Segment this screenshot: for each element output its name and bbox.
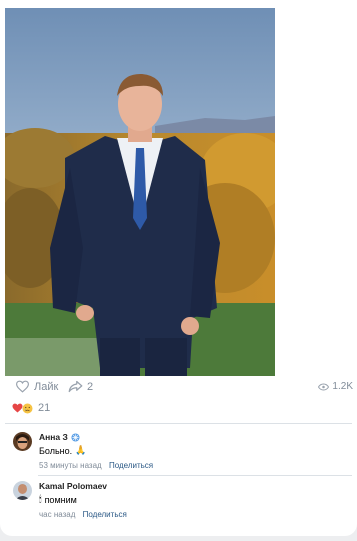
- like-label: Лайк: [34, 380, 59, 393]
- comment-share-link[interactable]: Поделиться: [83, 510, 127, 519]
- post-photo[interactable]: [5, 8, 275, 376]
- comments-divider: [5, 423, 352, 424]
- comment-text: Больно.: [39, 445, 73, 456]
- comment-text-row: Больно. 🙏: [39, 445, 339, 456]
- comment-author-row: Анна З: [39, 432, 339, 442]
- user-avatar-image: [13, 432, 32, 451]
- comment-text-row: 🕯 помним: [39, 494, 339, 505]
- heart-outline-icon: [15, 380, 30, 393]
- share-arrow-icon: [68, 380, 83, 393]
- comment-share-link[interactable]: Поделиться: [109, 461, 153, 470]
- comment-time[interactable]: 53 минуты назад: [39, 461, 102, 470]
- avatar[interactable]: [13, 481, 32, 500]
- comment-author-row: Kamal Polomaev: [39, 481, 339, 491]
- comment-body: Анна З Больно. 🙏 53 минуты назад Поделит…: [39, 432, 339, 470]
- views-counter: 1.2K: [318, 381, 353, 392]
- share-button[interactable]: 2: [68, 380, 93, 393]
- comment-meta: 53 минуты назад Поделиться: [39, 461, 339, 470]
- comment-text: помним: [44, 494, 77, 505]
- comment-author[interactable]: Kamal Polomaev: [39, 481, 107, 491]
- comment-time[interactable]: час назад: [39, 510, 75, 519]
- avatar[interactable]: [13, 432, 32, 451]
- user-avatar-image: [13, 481, 32, 500]
- eye-icon: [318, 382, 330, 391]
- praying-hands-icon: 🙏: [75, 445, 87, 455]
- post-card: Лайк 2 1.2K 21 Анна З Больно. 🙏 53 минут…: [0, 0, 357, 536]
- comment-author[interactable]: Анна З: [39, 432, 68, 442]
- comment-meta: час назад Поделиться: [39, 510, 339, 519]
- candle-icon: 🕯: [39, 494, 42, 504]
- crying-emoji-icon: [22, 403, 33, 413]
- reactions-summary[interactable]: 21: [12, 402, 50, 414]
- views-count: 1.2K: [332, 381, 353, 392]
- like-button[interactable]: Лайк: [15, 380, 58, 393]
- comment-divider: [38, 475, 352, 476]
- man-in-suit-image: [5, 8, 275, 376]
- comment-body: Kamal Polomaev 🕯 помним час назад Подели…: [39, 481, 339, 519]
- snowflake-badge-icon: [71, 432, 80, 442]
- reactions-count: 21: [38, 402, 51, 414]
- post-actions-bar: Лайк 2 1.2K: [0, 378, 357, 396]
- share-count: 2: [87, 380, 94, 393]
